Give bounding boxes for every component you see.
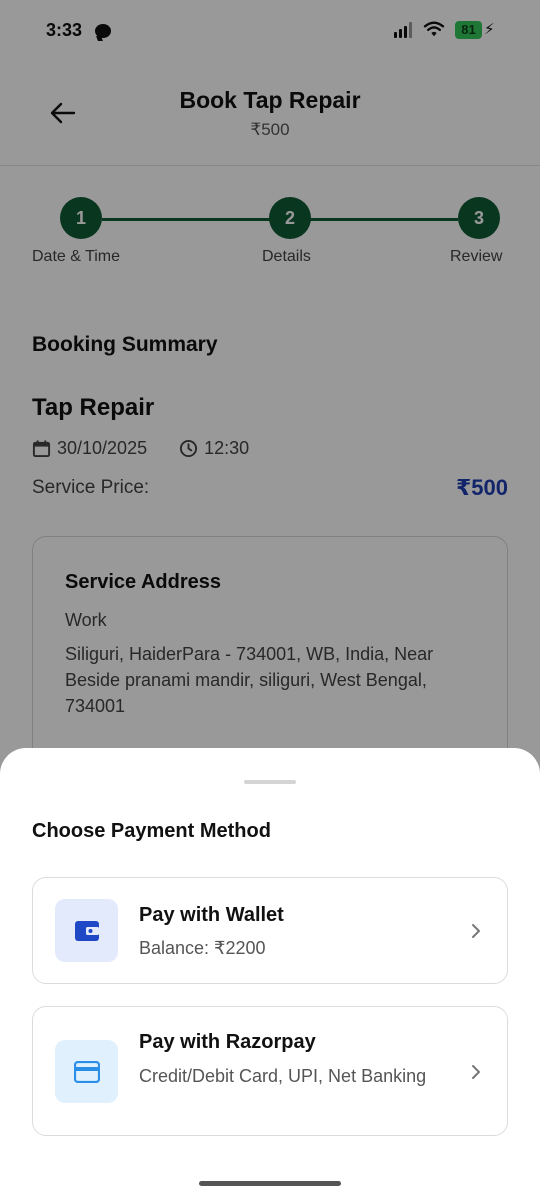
pay-with-razorpay-option[interactable]: Pay with Razorpay Credit/Debit Card, UPI… — [32, 1006, 508, 1136]
razorpay-option-subtitle: Credit/Debit Card, UPI, Net Banking — [139, 1066, 427, 1086]
sheet-title: Choose Payment Method — [32, 820, 271, 842]
credit-card-icon — [55, 1040, 118, 1103]
payment-method-sheet: Choose Payment Method Pay with Wallet Ba… — [0, 748, 540, 1200]
wallet-option-title: Pay with Wallet — [139, 904, 284, 926]
pay-with-wallet-option[interactable]: Pay with Wallet Balance: ₹2200 — [32, 877, 508, 984]
chevron-right-icon — [472, 1065, 480, 1079]
sheet-drag-handle[interactable] — [244, 780, 296, 784]
wallet-icon — [55, 899, 118, 962]
wallet-balance: Balance: ₹2200 — [139, 938, 266, 958]
razorpay-option-title: Pay with Razorpay — [139, 1031, 316, 1053]
home-indicator[interactable] — [199, 1181, 341, 1186]
chevron-right-icon — [472, 924, 480, 938]
